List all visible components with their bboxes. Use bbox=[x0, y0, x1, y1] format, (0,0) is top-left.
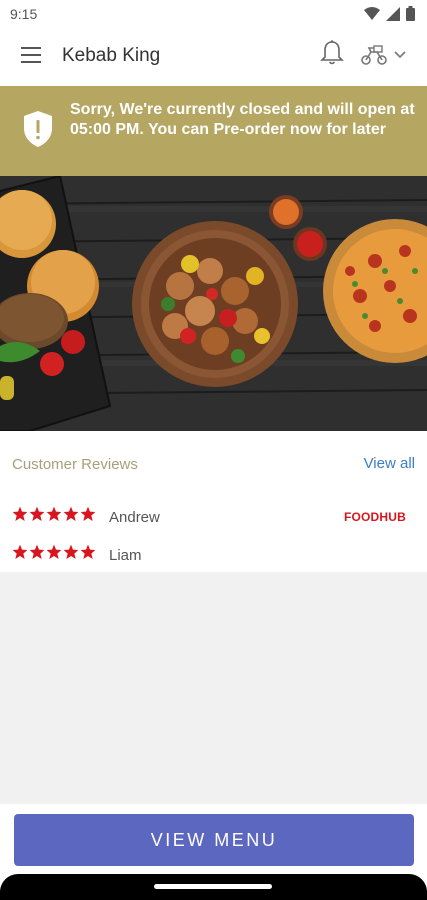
app-bar: Kebab King bbox=[0, 28, 427, 86]
star-icon bbox=[80, 544, 96, 559]
page-title: Kebab King bbox=[62, 45, 161, 66]
view-all-reviews-link[interactable]: View all bbox=[364, 455, 415, 472]
hero-image bbox=[0, 176, 427, 431]
review-row[interactable]: Liam bbox=[0, 537, 427, 573]
star-icon bbox=[12, 544, 28, 559]
reviews-header: Customer Reviews View all bbox=[0, 431, 427, 501]
bell-icon bbox=[320, 40, 344, 65]
menu-button[interactable] bbox=[20, 44, 42, 66]
star-icon bbox=[63, 506, 79, 521]
bottom-panel: VIEW MENU bbox=[0, 804, 427, 874]
review-row[interactable]: Andrew FOODHUB bbox=[0, 499, 427, 535]
reviewer-name: Andrew bbox=[109, 509, 160, 526]
closed-banner: Sorry, We're currently closed and will o… bbox=[0, 86, 427, 176]
star-icon bbox=[63, 544, 79, 559]
shield-alert-icon bbox=[24, 111, 52, 147]
notifications-button[interactable] bbox=[320, 39, 344, 67]
food-illustration bbox=[0, 176, 427, 431]
closed-message: Sorry, We're currently closed and will o… bbox=[70, 101, 415, 138]
system-nav-bar bbox=[0, 874, 427, 900]
chevron-down-icon bbox=[394, 51, 406, 59]
signal-icon bbox=[386, 6, 400, 21]
rating-stars bbox=[12, 544, 96, 560]
view-menu-button[interactable]: VIEW MENU bbox=[14, 814, 414, 866]
reviews-title: Customer Reviews bbox=[12, 456, 138, 473]
reviewer-name: Liam bbox=[109, 547, 142, 564]
star-icon bbox=[46, 544, 62, 559]
wifi-icon bbox=[364, 6, 380, 20]
star-icon bbox=[46, 506, 62, 521]
home-gesture-handle[interactable] bbox=[154, 884, 272, 889]
battery-icon bbox=[406, 6, 415, 21]
status-time: 9:15 bbox=[10, 6, 38, 22]
star-icon bbox=[29, 544, 45, 559]
rating-stars bbox=[12, 506, 96, 522]
foodhub-logo: FOODHUB bbox=[343, 510, 406, 524]
delivery-mode-icon bbox=[361, 45, 387, 65]
star-icon bbox=[80, 506, 96, 521]
menu-icon bbox=[21, 47, 41, 63]
star-icon bbox=[12, 506, 28, 521]
star-icon bbox=[29, 506, 45, 521]
status-icons bbox=[364, 6, 415, 21]
status-bar: 9:15 bbox=[0, 0, 427, 28]
delivery-mode-selector[interactable] bbox=[360, 41, 416, 69]
content-area bbox=[0, 572, 427, 804]
